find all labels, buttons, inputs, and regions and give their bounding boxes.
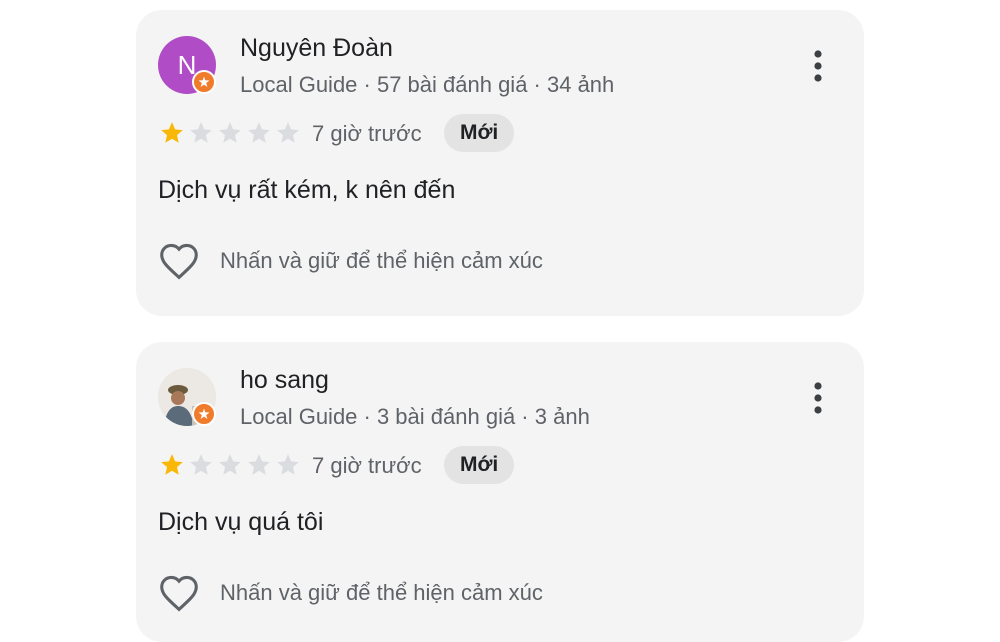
new-badge: Mới	[444, 446, 515, 484]
review-text: Dịch vụ rất kém, k nên đến	[158, 176, 456, 204]
review-time: 7 giờ trước	[312, 121, 422, 146]
like-button[interactable]	[158, 574, 200, 612]
review-text: Dịch vụ quá tôi	[158, 508, 324, 536]
review-time: 7 giờ trước	[312, 453, 422, 478]
star-icon	[190, 122, 212, 143]
more-options-button[interactable]	[804, 378, 832, 418]
author-meta: Local Guide · 3 bài đánh giá · 3 ảnh	[240, 404, 590, 429]
star-icon	[190, 454, 212, 475]
new-badge: Mới	[444, 114, 515, 152]
star-icon	[219, 454, 241, 475]
like-button[interactable]	[158, 242, 200, 280]
star-icon	[161, 454, 183, 475]
author-name[interactable]: ho sang	[240, 366, 329, 395]
local-guide-badge-icon	[192, 402, 216, 426]
star-icon	[248, 454, 270, 475]
heart-outline-icon	[160, 243, 198, 280]
more-vert-icon	[814, 50, 822, 82]
star-icon	[248, 122, 270, 143]
review-card: ho sang Local Guide · 3 bài đánh giá · 3…	[136, 342, 864, 642]
heart-outline-icon	[160, 575, 198, 612]
star-icon	[277, 122, 299, 143]
star-rating	[158, 452, 302, 478]
more-options-button[interactable]	[804, 46, 832, 86]
star-icon	[277, 454, 299, 475]
more-vert-icon	[814, 382, 822, 414]
star-icon	[219, 122, 241, 143]
author-name[interactable]: Nguyên Đoàn	[240, 34, 393, 63]
star-icon	[161, 122, 183, 143]
author-meta: Local Guide · 57 bài đánh giá · 34 ảnh	[240, 72, 615, 97]
react-hint: Nhấn và giữ để thể hiện cảm xúc	[220, 248, 543, 273]
local-guide-badge-icon	[192, 70, 216, 94]
react-hint: Nhấn và giữ để thể hiện cảm xúc	[220, 580, 543, 605]
review-card: N Nguyên Đoàn Local Guide · 57 bài đánh …	[136, 10, 864, 316]
star-rating	[158, 120, 302, 146]
